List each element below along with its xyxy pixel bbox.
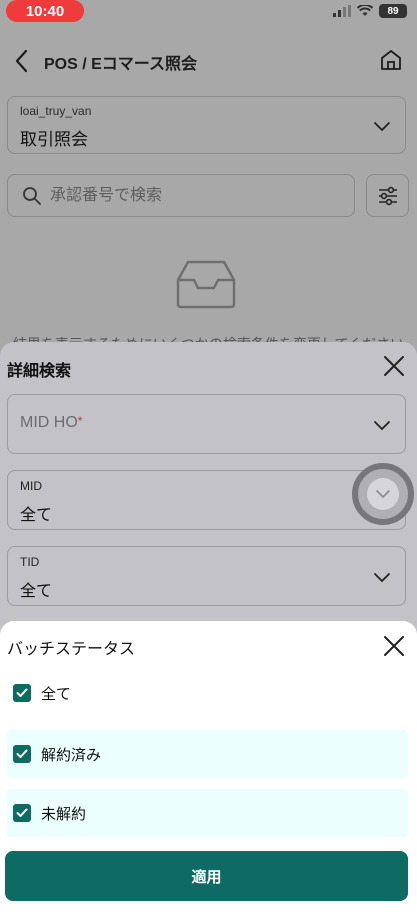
app-header: POS / Eコマース照会 — [0, 26, 417, 96]
tid-select[interactable]: TID 全て — [7, 546, 406, 606]
batch-status-sheet: バッチステータス 全て 解約済み 未解約 適用 — [0, 621, 417, 922]
signal-icon — [333, 5, 351, 17]
option-all[interactable]: 全て — [7, 669, 408, 717]
mid-label: MID — [20, 479, 42, 493]
option-all-label: 全て — [41, 684, 72, 703]
sliders-icon — [379, 186, 397, 206]
chevron-left-icon[interactable] — [12, 48, 32, 74]
tid-value: 全て — [20, 581, 53, 600]
touch-indicator-inner — [367, 478, 399, 510]
mid-select[interactable]: MID 全て — [7, 470, 406, 530]
checkbox-checked-icon[interactable] — [13, 804, 31, 822]
batch-status-title: バッチステータス — [7, 639, 136, 658]
chevron-down-icon — [374, 421, 390, 431]
filter-button[interactable] — [366, 174, 409, 217]
apply-button[interactable]: 適用 — [5, 851, 408, 901]
mid-value: 全て — [20, 505, 53, 524]
option-not-cancelled-label: 未解約 — [41, 804, 87, 823]
home-icon[interactable] — [379, 48, 403, 72]
advanced-search-title: 詳細検索 — [7, 361, 72, 380]
mid-ho-placeholder-text: MID HO — [20, 414, 78, 431]
page-title: POS / Eコマース照会 — [44, 56, 197, 73]
search-box[interactable] — [7, 174, 355, 217]
query-type-label: loai_truy_van — [20, 104, 92, 118]
required-mark: * — [77, 414, 83, 428]
query-type-select[interactable]: loai_truy_van 取引照会 — [7, 96, 406, 154]
chevron-down-icon — [376, 490, 390, 499]
mid-ho-placeholder: MID HO* — [20, 414, 82, 432]
query-type-value: 取引照会 — [20, 130, 88, 150]
tid-label: TID — [20, 555, 40, 569]
chevron-down-icon — [374, 122, 390, 132]
status-bar: 10:40 89 — [0, 0, 417, 26]
close-icon[interactable] — [383, 635, 405, 657]
battery-indicator: 89 — [379, 4, 407, 18]
close-icon[interactable] — [383, 355, 405, 377]
mid-ho-select[interactable]: MID HO* — [7, 394, 406, 454]
option-cancelled-label: 解約済み — [41, 745, 102, 764]
option-cancelled[interactable]: 解約済み — [7, 730, 408, 778]
search-input[interactable] — [50, 185, 340, 204]
status-time: 10:40 — [6, 0, 84, 22]
wifi-icon — [357, 5, 373, 16]
search-icon — [23, 187, 41, 205]
checkbox-checked-icon[interactable] — [13, 745, 31, 763]
empty-inbox-icon — [176, 260, 236, 309]
checkbox-checked-icon[interactable] — [13, 684, 31, 702]
status-icons: 89 — [333, 4, 407, 18]
touch-indicator — [352, 463, 414, 525]
chevron-down-icon — [374, 573, 390, 583]
option-not-cancelled[interactable]: 未解約 — [7, 789, 408, 837]
